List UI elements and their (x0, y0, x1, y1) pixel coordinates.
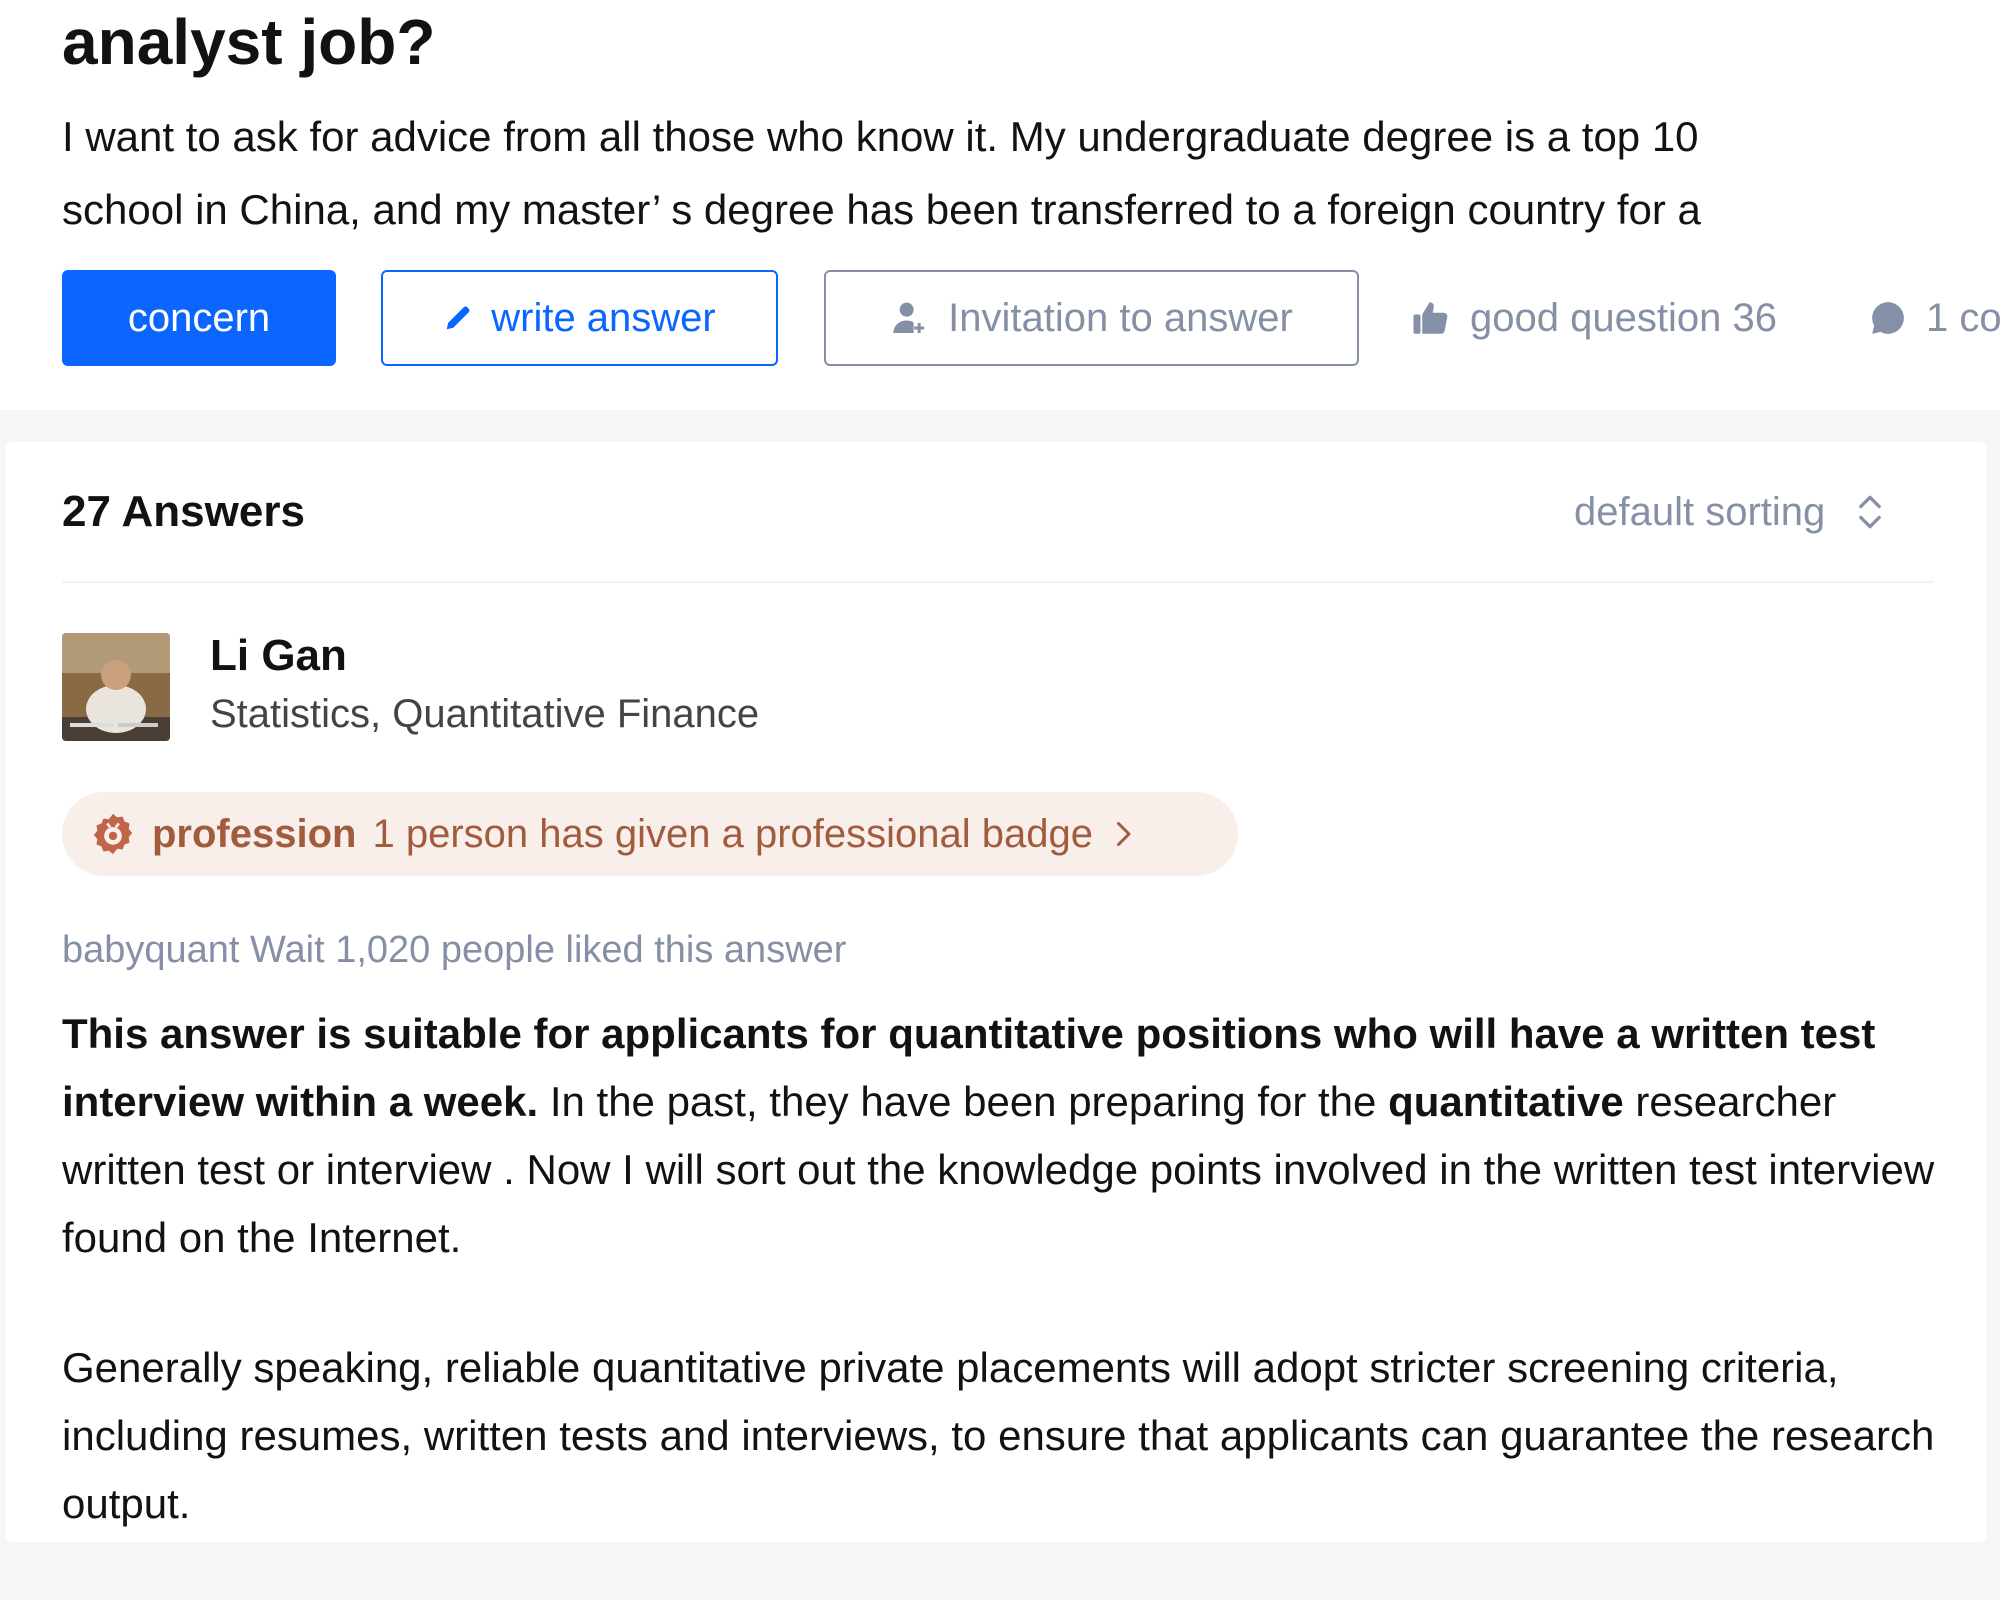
write-answer-label: write answer (491, 295, 716, 340)
sort-icon (1855, 490, 1885, 534)
answer-content: This answer is suitable for applicants f… (62, 1000, 1942, 1600)
chevron-right-icon (1109, 816, 1137, 852)
invite-to-answer-button[interactable]: Invitation to answer (824, 270, 1359, 366)
comment-label: 1 co (1926, 295, 2000, 340)
question-title[interactable]: analyst job? (62, 0, 435, 84)
liked-by-text[interactable]: babyquant Wait 1,020 people liked this a… (62, 922, 846, 978)
good-question-label: good question 36 (1470, 295, 1777, 340)
avatar[interactable] (62, 633, 170, 741)
author-bio: Statistics, Quantitative Finance (210, 692, 760, 736)
question-excerpt-line: school in China, and my master’ s degree… (62, 186, 1701, 233)
badge-text: 1 person has given a professional badge (372, 811, 1093, 856)
concern-label: concern (127, 295, 271, 340)
answers-count: 27 Answers (62, 487, 305, 536)
badge-title: profession (152, 811, 357, 856)
concern-button[interactable]: concern (62, 270, 336, 366)
comment-button[interactable]: 1 co (1868, 270, 2000, 366)
person-add-icon (890, 298, 930, 338)
answer-text: In the past, they have been preparing fo… (538, 1078, 1389, 1125)
pencil-icon (443, 303, 473, 333)
comment-bubble-icon (1868, 298, 1908, 338)
author-name[interactable]: Li Gan (210, 626, 347, 686)
answer-paragraph: Generally speaking, reliable quantitativ… (62, 1344, 1935, 1527)
write-answer-button[interactable]: write answer (381, 270, 778, 366)
invite-label: Invitation to answer (948, 295, 1293, 340)
professional-badge-pill[interactable]: profession 1 person has given a professi… (62, 792, 1238, 876)
good-question-button[interactable]: good question 36 (1410, 270, 1777, 366)
question-excerpt-line: I want to ask for advice from all those … (62, 113, 1699, 160)
answers-card: 27 Answers default sorting Li Gan Statis… (6, 442, 1986, 1542)
divider (62, 581, 1934, 583)
thumbs-up-icon (1410, 297, 1452, 339)
gear-badge-icon (90, 811, 136, 857)
question-card: analyst job? I want to ask for advice fr… (0, 0, 2000, 410)
sort-label: default sorting (1574, 489, 1826, 534)
sort-dropdown[interactable]: default sorting (1574, 482, 1885, 542)
answer-bold-text: quantitative (1388, 1078, 1624, 1125)
answer-paragraph: This answer is suitable for applicants f… (62, 1000, 1942, 1272)
question-excerpt[interactable]: I want to ask for advice from all those … (62, 100, 1912, 246)
